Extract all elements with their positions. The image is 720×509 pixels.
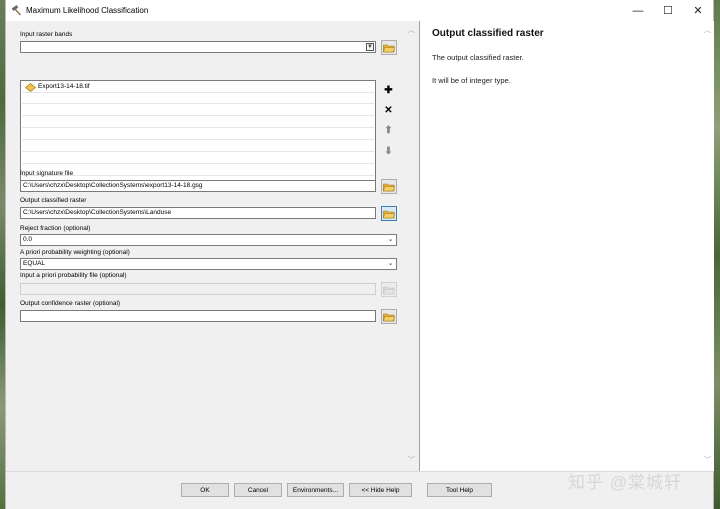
minimize-button[interactable]: —	[623, 0, 653, 21]
hide-help-button[interactable]: << Hide Help	[349, 483, 412, 497]
signature-file-input[interactable]: C:\Users\chzx\Desktop\CollectionSystems\…	[20, 180, 376, 192]
scroll-up-icon[interactable]: ︿	[407, 25, 416, 34]
apriori-file-label: Input a priori probability file (optiona…	[20, 272, 127, 279]
parameters-scrollbar[interactable]: ︿ ﹀	[405, 21, 418, 471]
help-title: Output classified raster	[432, 28, 544, 39]
browse-raster-bands-button[interactable]	[381, 40, 397, 55]
environments-button[interactable]: Environments...	[287, 483, 344, 497]
list-item-empty	[22, 165, 374, 176]
scroll-up-icon[interactable]: ︿	[703, 25, 712, 34]
apriori-weighting-select[interactable]: EQUAL ⌄	[20, 258, 397, 270]
move-down-button[interactable]: ⬇	[381, 144, 396, 159]
raster-bands-list[interactable]: Export13-14-18.tif	[20, 80, 376, 189]
signature-file-label: Input signature file	[20, 170, 74, 177]
list-item-label: Export13-14-18.tif	[38, 83, 90, 90]
remove-item-button[interactable]: ✕	[381, 103, 396, 118]
move-up-button[interactable]: ⬆	[381, 123, 396, 138]
open-folder-icon	[383, 286, 395, 294]
list-item-empty	[22, 105, 374, 116]
open-folder-icon	[383, 210, 395, 218]
close-button[interactable]: ✕	[683, 0, 713, 21]
reject-fraction-label: Reject fraction (optional)	[20, 225, 91, 232]
browse-confidence-raster-button[interactable]	[381, 309, 397, 324]
browse-signature-file-button[interactable]	[381, 179, 397, 194]
help-paragraph: The output classified raster.	[432, 53, 524, 62]
scroll-down-icon[interactable]: ﹀	[703, 455, 712, 464]
title-bar: Maximum Likelihood Classification — ☐ ✕	[6, 0, 713, 21]
list-item[interactable]: Export13-14-18.tif	[22, 82, 374, 93]
help-paragraph: It will be of integer type.	[432, 76, 511, 85]
scroll-down-icon[interactable]: ﹀	[407, 455, 416, 464]
output-raster-input[interactable]: C:\Users\chzx\Desktop\CollectionSystems\…	[20, 207, 376, 219]
window-controls: — ☐ ✕	[623, 0, 713, 21]
help-pane: Output classified raster The output clas…	[419, 21, 714, 471]
list-item-empty	[22, 117, 374, 128]
chevron-down-icon[interactable]: ⌄	[386, 235, 395, 245]
apriori-file-input	[20, 283, 376, 295]
ok-button[interactable]: OK	[181, 483, 229, 497]
chevron-down-icon[interactable]: ⌄	[386, 259, 395, 269]
input-raster-bands-label: Input raster bands	[20, 31, 73, 38]
add-item-button[interactable]: ✚	[381, 83, 396, 98]
list-item-empty	[22, 153, 374, 164]
browse-output-raster-button[interactable]	[381, 206, 397, 221]
confidence-raster-input[interactable]	[20, 310, 376, 322]
parameters-pane: Input raster bands ▼ Export13-14-18.tif	[6, 21, 405, 471]
confidence-raster-label: Output confidence raster (optional)	[20, 300, 121, 307]
raster-layer-icon	[24, 83, 37, 92]
hammer-icon	[10, 5, 22, 17]
list-item-empty	[22, 129, 374, 140]
list-item-empty	[22, 141, 374, 152]
open-folder-icon	[383, 183, 395, 191]
help-scrollbar[interactable]: ︿ ﹀	[701, 21, 714, 471]
maximize-button[interactable]: ☐	[653, 0, 683, 21]
window-title: Maximum Likelihood Classification	[26, 6, 149, 15]
chevron-down-icon[interactable]: ▼	[366, 43, 374, 51]
tool-help-button[interactable]: Tool Help	[427, 483, 492, 497]
watermark: 知乎 @棠城轩	[568, 473, 682, 492]
tool-dialog-window: Maximum Likelihood Classification — ☐ ✕ …	[5, 0, 714, 509]
cancel-button[interactable]: Cancel	[234, 483, 282, 497]
input-raster-bands-combo[interactable]: ▼	[20, 41, 376, 53]
browse-apriori-file-button	[381, 282, 397, 297]
open-folder-icon	[383, 313, 395, 321]
output-raster-label: Output classified raster	[20, 197, 87, 204]
open-folder-icon	[383, 44, 395, 52]
reject-fraction-select[interactable]: 0.0 ⌄	[20, 234, 397, 246]
list-item-empty	[22, 93, 374, 104]
apriori-weighting-label: A priori probability weighting (optional…	[20, 249, 130, 256]
